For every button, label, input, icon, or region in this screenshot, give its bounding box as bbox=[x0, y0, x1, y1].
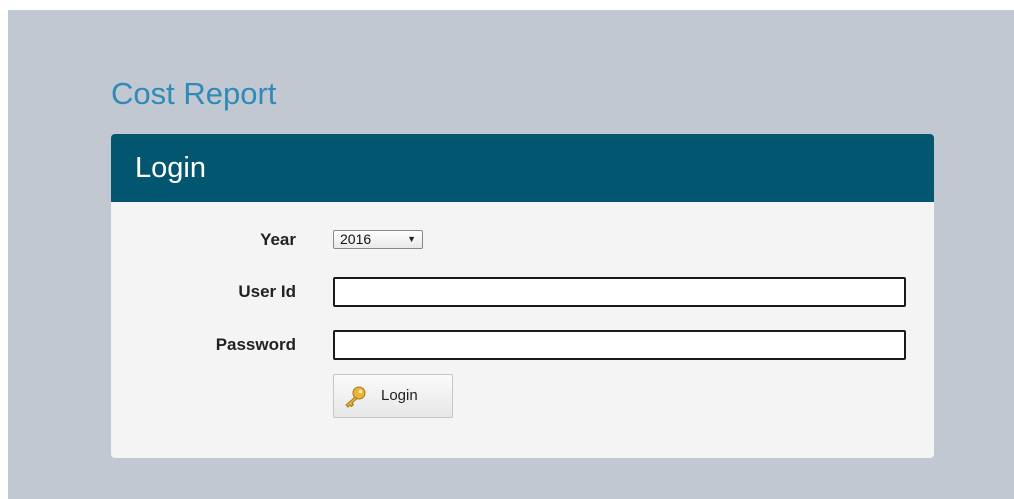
key-icon bbox=[344, 386, 368, 408]
login-panel: Login Year 2016 ▼ User Id Password Login bbox=[111, 134, 934, 458]
password-input[interactable] bbox=[333, 330, 906, 360]
year-row: Year 2016 ▼ bbox=[111, 225, 934, 255]
year-label: Year bbox=[260, 230, 296, 249]
password-row: Password bbox=[111, 330, 934, 360]
app-title: Cost Report bbox=[111, 76, 277, 111]
year-select[interactable]: 2016 ▼ bbox=[333, 230, 423, 249]
year-select-value: 2016 bbox=[340, 231, 372, 247]
login-button[interactable]: Login bbox=[333, 374, 453, 418]
login-button-label: Login bbox=[381, 387, 418, 404]
page-background: Cost Report Login Year 2016 ▼ User Id Pa… bbox=[8, 10, 1014, 499]
user-id-label: User Id bbox=[238, 282, 296, 301]
password-label: Password bbox=[215, 335, 296, 354]
user-id-row: User Id bbox=[111, 277, 934, 307]
login-panel-header: Login bbox=[111, 134, 934, 202]
dropdown-arrow-icon: ▼ bbox=[407, 234, 416, 244]
user-id-input[interactable] bbox=[333, 277, 906, 307]
